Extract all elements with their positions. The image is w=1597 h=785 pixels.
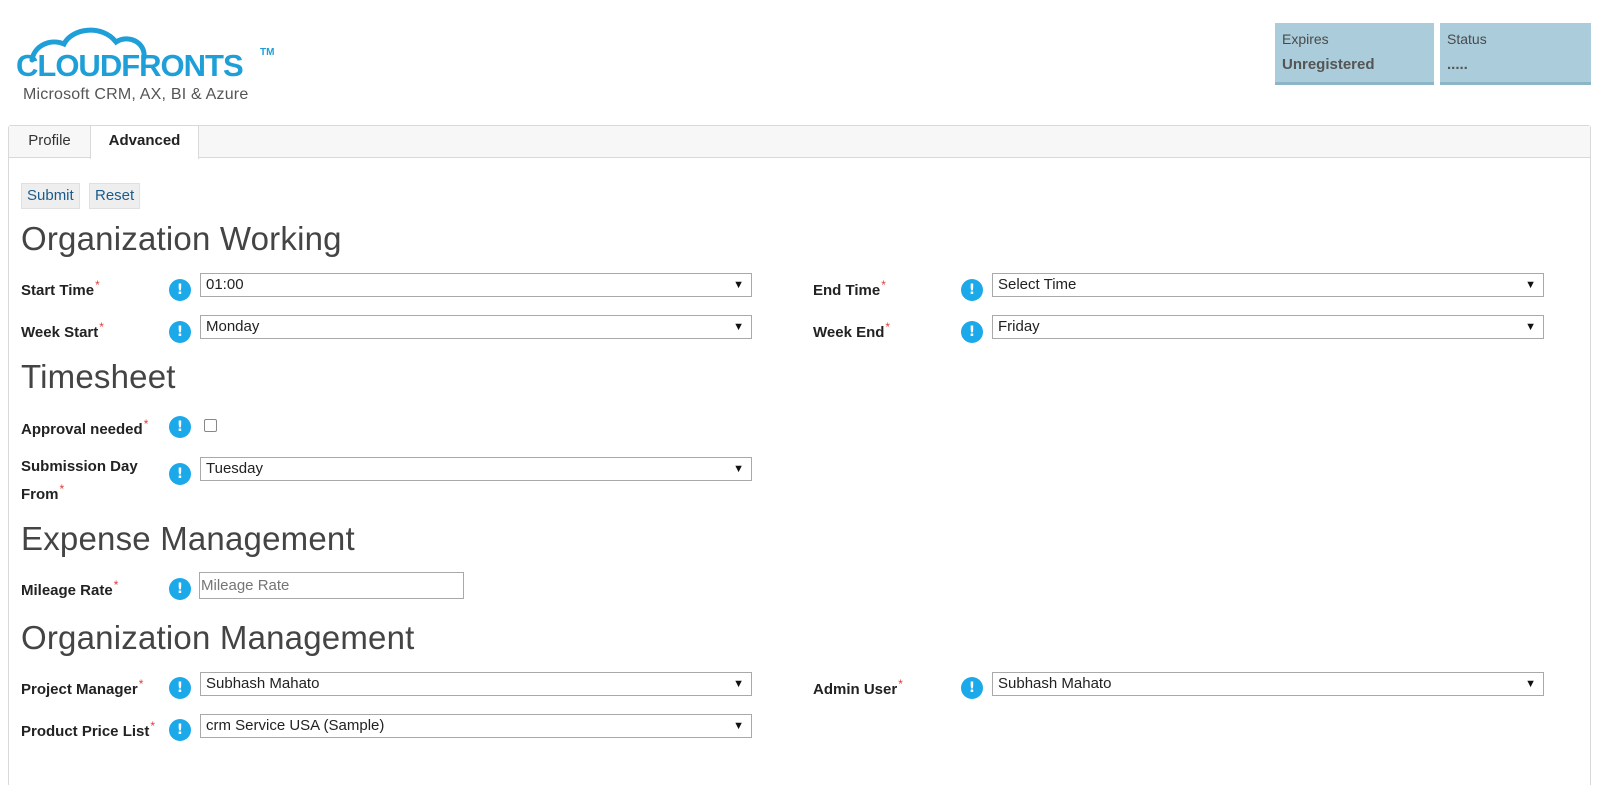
required-mark: * [898, 677, 903, 691]
project-manager-label: Project Manager* [21, 677, 144, 698]
week-end-label: Week End* [813, 320, 891, 341]
tab-bar: Profile Advanced [9, 126, 1590, 159]
logo-tm: TM [260, 47, 274, 58]
required-mark: * [881, 278, 886, 292]
end-time-label: End Time* [813, 278, 886, 299]
required-mark: * [99, 320, 104, 334]
chevron-down-icon: ▼ [733, 321, 744, 333]
status-box: Status ..... [1440, 23, 1591, 85]
status-value: ..... [1447, 56, 1468, 73]
chevron-down-icon: ▼ [733, 279, 744, 291]
required-mark: * [138, 677, 144, 691]
status-caption: Status [1447, 31, 1487, 47]
required-mark: * [113, 578, 119, 592]
info-icon[interactable]: ! [961, 677, 983, 699]
chevron-down-icon: ▼ [733, 720, 744, 732]
tab-profile[interactable]: Profile [9, 126, 90, 158]
expires-box: Expires Unregistered [1275, 23, 1434, 85]
submission-day-label: Submission Day From* [21, 458, 138, 503]
reset-button[interactable]: Reset [89, 183, 141, 209]
project-manager-select[interactable]: Subhash Mahato ▼ [200, 672, 752, 696]
submission-day-select[interactable]: Tuesday ▼ [200, 457, 752, 481]
logo-text: CLOUDFRONTS [16, 48, 243, 83]
chevron-down-icon: ▼ [1525, 321, 1536, 333]
admin-user-select[interactable]: Subhash Mahato ▼ [992, 672, 1544, 696]
chevron-down-icon: ▼ [1525, 678, 1536, 690]
end-time-select[interactable]: Select Time ▼ [992, 273, 1544, 297]
start-time-select[interactable]: 01:00 ▼ [200, 273, 752, 297]
info-icon[interactable]: ! [169, 463, 191, 485]
section-title-organization-management: Organization Management [21, 619, 415, 656]
info-icon[interactable]: ! [961, 279, 983, 301]
info-icon[interactable]: ! [169, 416, 191, 438]
mileage-rate-label: Mileage Rate* [21, 578, 119, 599]
chevron-down-icon: ▼ [733, 463, 744, 475]
product-price-list-select[interactable]: crm Service USA (Sample) ▼ [200, 714, 752, 738]
chevron-down-icon: ▼ [733, 678, 744, 690]
required-mark: * [143, 417, 149, 431]
info-icon[interactable]: ! [169, 719, 191, 741]
section-title-expense-management: Expense Management [21, 520, 355, 557]
info-icon[interactable]: ! [169, 279, 191, 301]
tab-advanced[interactable]: Advanced [90, 126, 199, 159]
required-mark: * [150, 719, 156, 733]
expires-caption: Expires [1282, 31, 1329, 47]
approval-needed-checkbox[interactable] [204, 419, 217, 432]
mileage-rate-input[interactable] [199, 572, 464, 599]
required-mark: * [59, 482, 65, 496]
week-start-select[interactable]: Monday ▼ [200, 315, 752, 339]
chevron-down-icon: ▼ [1525, 279, 1536, 291]
product-price-list-label: Product Price List* [21, 719, 156, 740]
start-time-label: Start Time* [21, 278, 100, 299]
info-icon[interactable]: ! [961, 321, 983, 343]
section-title-timesheet: Timesheet [21, 358, 176, 395]
info-icon[interactable]: ! [169, 578, 191, 600]
info-icon[interactable]: ! [169, 677, 191, 699]
logo-tagline: Microsoft CRM, AX, BI & Azure [23, 86, 249, 103]
week-start-label: Week Start* [21, 320, 104, 341]
section-title-organization-working: Organization Working [21, 220, 342, 257]
required-mark: * [885, 320, 891, 334]
approval-needed-label: Approval needed* [21, 417, 149, 438]
expires-value: Unregistered [1282, 56, 1375, 73]
required-mark: * [95, 278, 100, 292]
week-end-select[interactable]: Friday ▼ [992, 315, 1544, 339]
submit-button[interactable]: Submit [21, 183, 80, 209]
admin-user-label: Admin User* [813, 677, 903, 698]
info-icon[interactable]: ! [169, 321, 191, 343]
